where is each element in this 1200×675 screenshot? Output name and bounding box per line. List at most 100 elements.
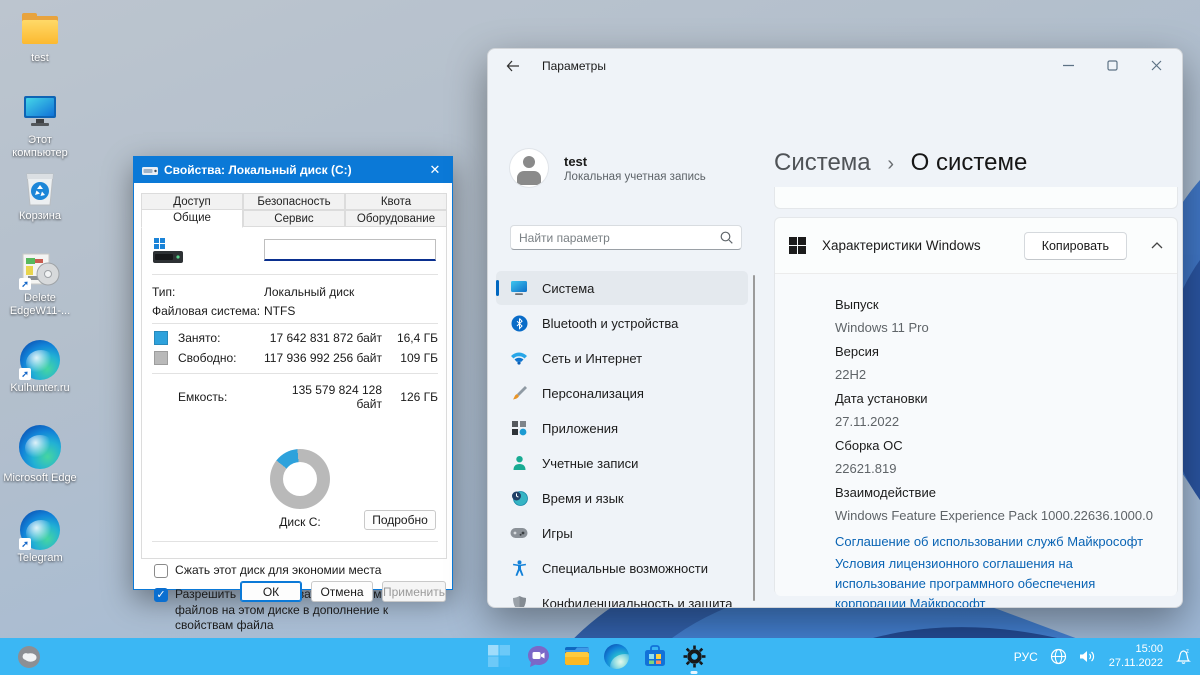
used-space-row: Занято: 17 642 831 872 байт 16,4 ГБ xyxy=(154,331,438,345)
chat-icon[interactable] xyxy=(525,643,551,669)
volume-label-input[interactable] xyxy=(264,239,436,261)
desktop-icon-label: Telegram xyxy=(17,552,62,565)
account-header[interactable]: test Локальная учетная запись xyxy=(510,149,706,187)
desktop-icon-this-pc[interactable]: Этот компьютер xyxy=(2,92,78,159)
close-icon[interactable]: ✕ xyxy=(426,162,444,178)
spec-label: Взаимодействие xyxy=(835,485,1163,500)
back-icon[interactable] xyxy=(496,51,530,81)
account-name: test xyxy=(564,154,706,169)
edge-shortcut-icon: ➚ xyxy=(19,340,61,380)
apply-button[interactable]: Применить xyxy=(382,581,446,602)
desktop-icon-kulhunter[interactable]: ➚ Kulhunter.ru xyxy=(2,340,78,395)
sidebar-item-apps[interactable]: Приложения xyxy=(496,411,748,445)
desktop-icon-delete-edge[interactable]: ➚ Delete EdgeW11-... xyxy=(2,250,78,317)
tab-tools[interactable]: Сервис xyxy=(243,210,345,227)
free-size: 109 ГБ xyxy=(382,351,438,365)
copy-button[interactable]: Копировать xyxy=(1024,232,1127,260)
tab-page-general: Тип: Локальный диск Файловая система: NT… xyxy=(141,227,447,559)
disk-usage-donut-chart xyxy=(270,449,330,509)
desktop-icon-label: Microsoft Edge xyxy=(3,472,76,485)
sidebar-item-gaming[interactable]: Игры xyxy=(496,516,748,550)
shortcut-arrow-icon: ➚ xyxy=(19,278,31,290)
settings-gear-icon[interactable] xyxy=(681,643,707,669)
sidebar-item-network[interactable]: Сеть и Интернет xyxy=(496,341,748,375)
sidebar-item-time-language[interactable]: Время и язык xyxy=(496,481,748,515)
spec-value: Windows Feature Experience Pack 1000.226… xyxy=(835,508,1163,523)
volume-icon[interactable] xyxy=(1079,649,1097,664)
breadcrumb: Система › О системе xyxy=(774,149,1027,177)
drive-icon xyxy=(152,237,188,265)
bluetooth-icon xyxy=(510,314,528,332)
network-icon xyxy=(510,349,528,367)
desktop-icon-recycle-bin[interactable]: Корзина xyxy=(2,168,78,223)
ok-button[interactable]: ОК xyxy=(240,581,302,602)
spec-label: Сборка ОС xyxy=(835,438,1163,453)
desktop-icon-label: Корзина xyxy=(19,210,61,223)
widgets-icon[interactable] xyxy=(16,644,42,670)
tab-general[interactable]: Общие xyxy=(141,209,243,228)
tray-date: 27.11.2022 xyxy=(1109,657,1163,669)
tray-time: 15:00 xyxy=(1135,643,1163,655)
sidebar-item-bluetooth[interactable]: Bluetooth и устройства xyxy=(496,306,748,340)
tab-security[interactable]: Безопасность xyxy=(243,193,345,210)
edge-icon[interactable] xyxy=(603,643,629,669)
desktop-icon-test[interactable]: test xyxy=(2,10,78,65)
chevron-up-icon[interactable] xyxy=(1151,242,1163,249)
dialog-titlebar[interactable]: Свойства: Локальный диск (C:) ✕ xyxy=(134,157,452,183)
time-language-icon xyxy=(510,489,528,507)
spec-value: 27.11.2022 xyxy=(835,414,1163,429)
search-input[interactable] xyxy=(519,231,720,245)
spec-card-header[interactable]: Характеристики Windows Копировать xyxy=(775,218,1177,274)
spec-card-body: Выпуск Windows 11 Pro Версия 22H2 Дата у… xyxy=(775,274,1177,596)
app-shortcut-icon: ➚ xyxy=(19,250,61,290)
sidebar-item-privacy[interactable]: Конфиденциальность и защита xyxy=(496,586,748,608)
search-icon xyxy=(720,231,733,244)
desktop-icon-label: Delete EdgeW11-... xyxy=(3,292,77,317)
type-label: Тип: xyxy=(152,285,264,299)
notification-bell-icon[interactable]: z xyxy=(1175,648,1192,665)
settings-app-title: Параметры xyxy=(542,59,606,73)
free-swatch xyxy=(154,351,168,365)
settings-search-box[interactable] xyxy=(510,225,742,250)
accounts-icon xyxy=(510,454,528,472)
store-icon[interactable] xyxy=(642,643,668,669)
spec-value: Windows 11 Pro xyxy=(835,320,1163,335)
desktop-icon-telegram[interactable]: ➚ Telegram xyxy=(2,510,78,565)
filesystem-value: NTFS xyxy=(264,304,295,318)
tab-hardware[interactable]: Оборудование xyxy=(345,210,447,227)
tab-quota[interactable]: Квота xyxy=(345,193,447,210)
capacity-bytes: 135 579 824 128 байт xyxy=(264,383,382,411)
compress-checkbox[interactable]: Сжать этот диск для экономии места xyxy=(154,563,440,579)
sidebar-item-accounts[interactable]: Учетные записи xyxy=(496,446,748,480)
computer-icon xyxy=(19,92,61,132)
cancel-button[interactable]: Отмена xyxy=(311,581,373,602)
clock[interactable]: 15:00 27.11.2022 xyxy=(1109,643,1163,671)
license-terms-link[interactable]: Условия лицензионного соглашения на испо… xyxy=(835,554,1163,608)
details-button[interactable]: Подробно xyxy=(364,510,436,530)
sidebar-scrollbar[interactable] xyxy=(753,275,755,601)
spec-label: Версия xyxy=(835,344,1163,359)
spec-card-title: Характеристики Windows xyxy=(822,238,1008,253)
start-icon[interactable] xyxy=(486,643,512,669)
tab-access[interactable]: Доступ xyxy=(141,193,243,210)
file-explorer-icon[interactable] xyxy=(564,643,590,669)
capacity-size: 126 ГБ xyxy=(382,390,438,404)
desktop-icon-edge[interactable]: Microsoft Edge xyxy=(2,424,78,485)
checkbox-unchecked-icon[interactable] xyxy=(154,564,168,578)
spec-label: Выпуск xyxy=(835,297,1163,312)
checkbox-checked-icon[interactable]: ✓ xyxy=(154,588,168,602)
desktop-icon-label: Этот компьютер xyxy=(3,134,77,159)
breadcrumb-system[interactable]: Система xyxy=(774,149,871,176)
sidebar-item-personalization[interactable]: Персонализация xyxy=(496,376,748,410)
sidebar-item-accessibility[interactable]: Специальные возможности xyxy=(496,551,748,585)
network-tray-icon[interactable] xyxy=(1050,648,1067,665)
sidebar-item-system[interactable]: Система xyxy=(496,271,748,305)
filesystem-label: Файловая система: xyxy=(152,304,264,318)
free-space-row: Свободно: 117 936 992 256 байт 109 ГБ xyxy=(154,351,438,365)
language-indicator[interactable]: РУС xyxy=(1014,650,1038,664)
active-app-indicator xyxy=(691,671,698,674)
services-agreement-link[interactable]: Соглашение об использовании служб Майкро… xyxy=(835,532,1163,552)
personalization-icon xyxy=(510,384,528,402)
desktop-icon-label: Kulhunter.ru xyxy=(10,382,69,395)
edge-icon xyxy=(19,424,61,470)
